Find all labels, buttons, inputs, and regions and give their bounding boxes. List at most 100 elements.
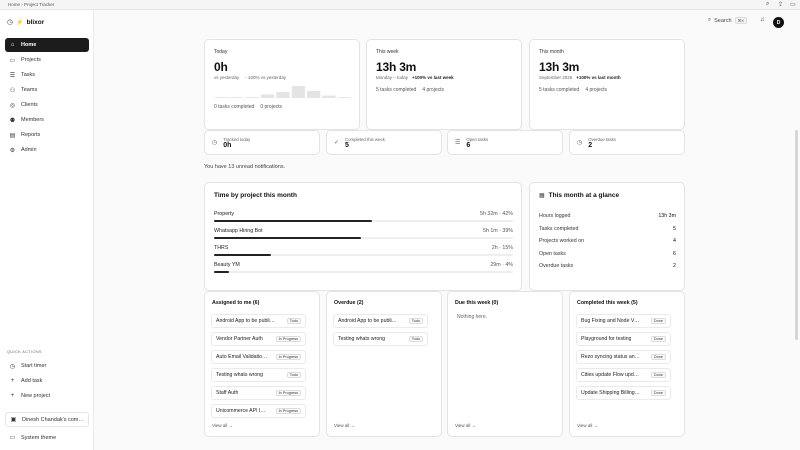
brand-bolt-icon: ⚡: [16, 19, 24, 26]
list-card-completed-this-week: Completed this week (5) Bug Fixing and No…: [569, 291, 685, 437]
sidebar-item-projects[interactable]: ▭ Projects: [5, 53, 89, 67]
view-all-link[interactable]: View all →: [212, 423, 233, 428]
task-items: Android App to be publi… Todo Testing what…: [333, 314, 428, 350]
stat-value: 5: [345, 141, 349, 149]
bell-icon[interactable]: ♫: [760, 17, 765, 23]
stat-value: 2: [588, 141, 593, 149]
stat-label: Open tasks: [466, 136, 489, 142]
project-time: 5h 1m · 39%: [482, 228, 513, 234]
today-sparkline: [215, 86, 351, 98]
panel-toggle-icon[interactable]: ◷: [7, 18, 13, 26]
task-item[interactable]: Android App to be publi… Todo: [211, 314, 306, 328]
members-icon: ⚉: [9, 117, 16, 124]
workspace-switcher[interactable]: ▣ Dinesh Chandak's com…: [5, 412, 89, 427]
window-icon[interactable]: ▭: [790, 1, 796, 8]
status-badge: Done: [650, 390, 666, 396]
stat-overdue-tasks[interactable]: ◷ Overdue tasks 2: [569, 130, 685, 155]
workspace-name: Dinesh Chandak's com…: [22, 416, 84, 423]
task-item[interactable]: Cities update Flow upd… Done: [576, 368, 671, 382]
quick-action-add-task[interactable]: + Add task: [5, 374, 89, 388]
task-title: Unicommerce API I…: [216, 408, 266, 414]
sidebar-item-teams[interactable]: ⚇ Teams: [5, 83, 89, 97]
today-tasks: 0 tasks completed: [214, 104, 255, 110]
task-item[interactable]: Auto Email Validatio… In Progress: [211, 350, 306, 364]
task-item[interactable]: Staff Auth In Progress: [211, 386, 306, 400]
project-bar-row: Property 5h 32m · 42%: [214, 211, 513, 222]
today-compare: vs yesterday - 100% vs yesterday: [214, 75, 286, 80]
stat-open-tasks[interactable]: ☰ Open tasks 6: [447, 130, 563, 155]
task-item[interactable]: Playground for testing Done: [576, 332, 671, 346]
status-badge: In Progress: [275, 354, 301, 360]
task-title: Update Shipping Billing…: [581, 390, 640, 396]
month-kicker: This month: [539, 49, 564, 55]
browser-toolbar: Home › Project Tracker ⌕ ⇪ ▭: [0, 0, 800, 10]
brand[interactable]: ◷ ⚡ blixor: [7, 18, 44, 27]
scrollbar[interactable]: [795, 130, 798, 340]
theme-toggle[interactable]: ▭ System theme: [5, 430, 89, 445]
stat-tracked-today[interactable]: ◷ Tracked today 0h: [204, 130, 320, 155]
notifications-notice[interactable]: You have 13 unread notifications.: [204, 164, 285, 170]
week-change: +100% vs last week: [412, 75, 454, 80]
sparkline-bar: [322, 95, 336, 98]
task-items: Bug Fixing and Node Ve… Done Playground fo…: [576, 314, 671, 404]
sidebar-item-clients[interactable]: ◎ Clients: [5, 98, 89, 112]
sidebar-nav: ⌂ Home ▭ Projects ☰ Tasks ⚇ Teams ◎ Clients ⚉ Membe…: [5, 38, 89, 158]
glance-header: ▦ This month at a glance: [539, 192, 619, 199]
avatar[interactable]: D: [773, 17, 784, 28]
sidebar-item-label: Projects: [21, 57, 41, 63]
sidebar-item-label: Members: [21, 117, 44, 123]
stat-value: 6: [466, 141, 471, 149]
sidebar-item-home[interactable]: ⌂ Home: [5, 38, 89, 52]
task-item[interactable]: Bug Fixing and Node Ve… Done: [576, 314, 671, 328]
task-item[interactable]: Rezo syncing status an… Done: [576, 350, 671, 364]
view-all-link[interactable]: View all →: [334, 423, 355, 428]
month-range: September 2026: [539, 75, 573, 80]
task-title: Bug Fixing and Node Ve…: [581, 318, 641, 324]
task-item[interactable]: Update Shipping Billing… Done: [576, 386, 671, 400]
project-name: Whatsapp Hiring Bot: [214, 228, 263, 234]
project-bar-row: THRS 2h · 15%: [214, 245, 513, 256]
task-item[interactable]: Unicommerce API I… In Progress: [211, 404, 306, 418]
task-item[interactable]: Testing whats wrong Todo: [211, 368, 306, 382]
glance-key: Hours logged: [539, 213, 571, 220]
alert-circle-icon: ◷: [577, 140, 583, 146]
sidebar-item-admin[interactable]: ⚙ Admin: [5, 143, 89, 157]
status-badge: In Progress: [275, 336, 301, 342]
task-item[interactable]: Android App to be publi… Todo: [333, 314, 428, 328]
search-button[interactable]: ⌕ Search ⌘K: [708, 17, 748, 24]
month-tasks: 5 tasks completed: [539, 87, 580, 93]
project-bar-fill: [214, 237, 361, 239]
task-title: Android App to be publi…: [338, 318, 397, 324]
stat-value: 0h: [223, 141, 232, 149]
share-icon[interactable]: ⇪: [778, 1, 783, 8]
glance-value: 6: [673, 250, 676, 257]
glance-value: 2: [673, 263, 676, 270]
sparkline-bar: [307, 90, 321, 98]
today-vs-pct: - 100% vs yesterday: [245, 75, 287, 80]
zoom-icon[interactable]: ⌕: [766, 1, 769, 8]
week-value: 13h 3m: [376, 60, 417, 74]
week-tasks: 5 tasks completed: [376, 87, 417, 93]
stat-completed-this-week[interactable]: ✓ Completed this week 5: [326, 130, 442, 155]
task-title: Vendor Partner Auth: [216, 336, 263, 342]
glance-row: Overdue tasks 2: [539, 260, 676, 273]
list-card-assigned-to-me: Assigned to me (6) Android App to be publ…: [204, 291, 320, 437]
list-card-overdue: Overdue (2) Android App to be publi… Todo T…: [326, 291, 442, 437]
task-items: Android App to be publi… Todo Vendor Partn…: [211, 314, 306, 422]
task-item[interactable]: Testing whats wrong Todo: [333, 332, 428, 346]
today-vs-label: vs yesterday: [214, 75, 240, 80]
sidebar-item-members[interactable]: ⚉ Members: [5, 113, 89, 127]
project-bar-track: [214, 220, 513, 222]
glance-key: Overdue tasks: [539, 263, 574, 270]
task-item[interactable]: Vendor Partner Auth In Progress: [211, 332, 306, 346]
quick-action-start-timer[interactable]: ◷ Start timer: [5, 359, 89, 373]
glance-row: Hours logged 13h 3m: [539, 210, 676, 223]
quick-action-new-project[interactable]: + New project: [5, 389, 89, 403]
week-kicker: This week: [376, 49, 399, 55]
view-all-link[interactable]: View all →: [577, 423, 598, 428]
sidebar-item-reports[interactable]: ▤ Reports: [5, 128, 89, 142]
month-projects: 4 projects: [585, 87, 607, 93]
view-all-link[interactable]: View all →: [455, 423, 476, 428]
sidebar-item-tasks[interactable]: ☰ Tasks: [5, 68, 89, 82]
project-name: THRS: [214, 245, 229, 251]
